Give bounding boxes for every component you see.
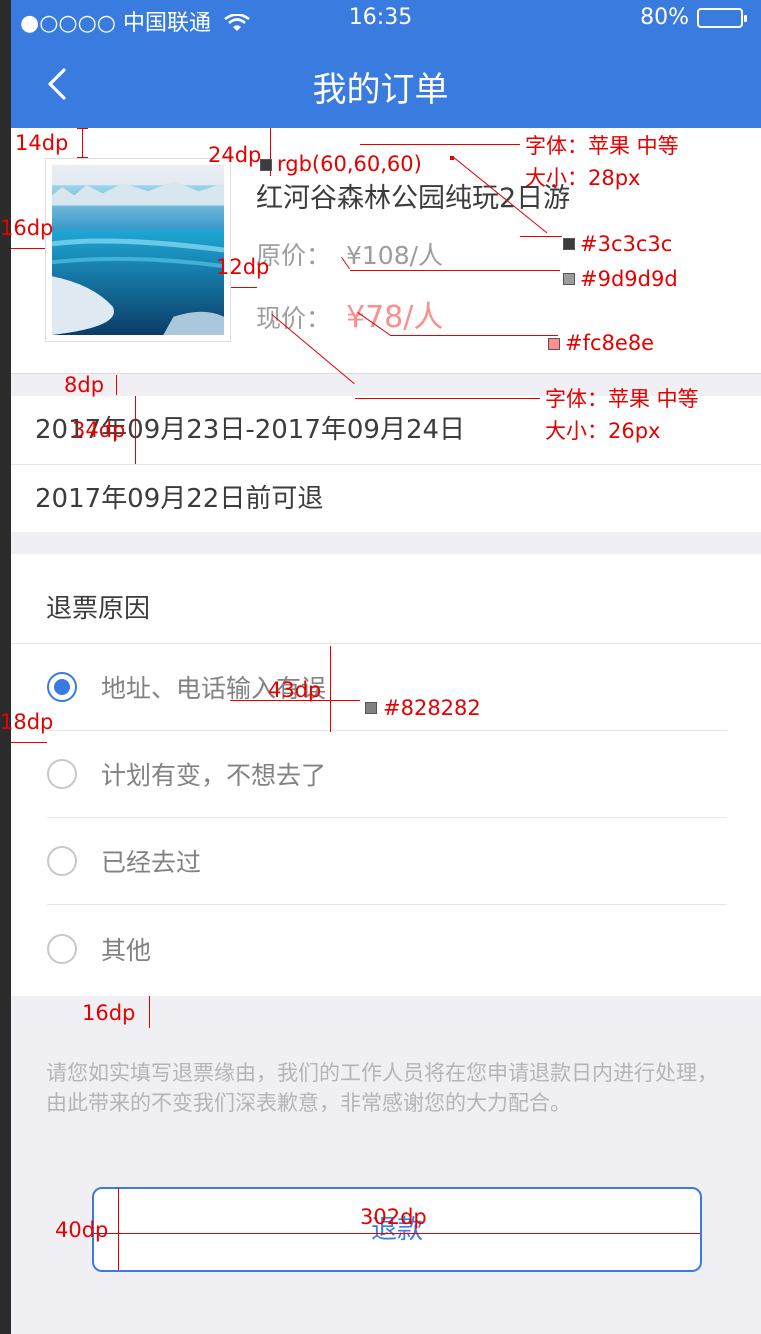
date-section: 2017年09月23日-2017年09月24日 2017年09月22日前可退	[11, 396, 761, 532]
battery-percent: 80%	[640, 5, 689, 30]
product-name: 红河谷森林公园纯玩2日游	[256, 183, 571, 214]
color-swatch	[365, 702, 377, 714]
annotation-line	[77, 128, 88, 129]
color-annotation: #3c3c3c	[580, 232, 673, 256]
annotation-line	[94, 1233, 700, 1234]
spacing-annotation: 16dp	[0, 216, 54, 240]
annotation-line	[116, 375, 117, 395]
battery-status: 80%	[640, 5, 747, 30]
status-bar: ●○○○○ 中国联通 16:35 80%	[0, 0, 761, 38]
annotation-line	[118, 1188, 119, 1270]
font-annotation: 大小：26px	[545, 419, 661, 443]
refund-deadline: 2017年09月22日前可退	[11, 464, 761, 532]
reason-option[interactable]: 计划有变，不想去了	[47, 731, 727, 818]
color-annotation: rgb(60,60,60)	[277, 152, 422, 176]
color-annotation: #9d9d9d	[580, 267, 678, 291]
current-price-label: 现价：	[256, 304, 332, 333]
left-edge-bar	[0, 0, 11, 1334]
annotation-line	[350, 270, 560, 271]
color-swatch	[548, 338, 560, 350]
spacing-annotation: 8dp	[64, 373, 105, 397]
spacing-annotation: 14dp	[15, 131, 69, 155]
radio-checked-icon[interactable]	[47, 672, 77, 702]
color-swatch	[563, 238, 575, 250]
waterfall-image	[51, 165, 225, 335]
annotation-line	[520, 236, 562, 237]
reason-option-label: 其他	[101, 935, 152, 965]
refund-note: 请您如实填写退票缘由，我们的工作人员将在您申请退款日内进行处理，由此带来的不变我…	[46, 1061, 718, 1115]
current-price-row: 现价： ¥78/人	[256, 292, 443, 336]
reason-option[interactable]: 已经去过	[47, 818, 727, 905]
font-annotation: 大小：28px	[525, 166, 641, 190]
annotation-line	[390, 335, 558, 336]
annotation-line	[11, 742, 47, 743]
font-annotation: 字体：苹果 中等	[525, 134, 679, 158]
original-price: ¥108/人	[346, 241, 444, 270]
reason-option-label: 计划有变，不想去了	[101, 761, 327, 790]
nav-bar: 我的订单	[0, 38, 761, 128]
annotation-line	[149, 996, 150, 1028]
product-thumbnail	[45, 158, 231, 342]
annotation-line	[135, 396, 136, 464]
annotation-line	[11, 248, 45, 249]
radio-unchecked-icon[interactable]	[47, 846, 77, 876]
annotation-line	[82, 128, 83, 158]
annotation-line	[360, 144, 520, 145]
spacing-annotation: 18dp	[0, 710, 54, 734]
reason-option-label: 已经去过	[101, 848, 202, 877]
spacing-annotation: 43dp	[268, 678, 322, 702]
annotation-line	[77, 157, 88, 158]
color-swatch	[563, 273, 575, 285]
radio-unchecked-icon[interactable]	[47, 933, 77, 964]
page-title: 我的订单	[312, 70, 449, 110]
spacing-annotation: 34dp	[72, 418, 126, 442]
color-annotation: #828282	[383, 696, 481, 720]
radio-unchecked-icon[interactable]	[47, 759, 77, 789]
refund-reason-title: 退票原因	[11, 554, 761, 644]
spacing-annotation: 24dp	[208, 143, 262, 167]
font-annotation: 字体：苹果 中等	[545, 387, 699, 411]
annotation-line	[355, 398, 540, 399]
battery-icon	[697, 7, 747, 28]
spacing-annotation: 302dp	[360, 1205, 427, 1229]
current-price: ¥78/人	[346, 300, 444, 335]
original-price-label: 原价：	[256, 241, 332, 270]
spacing-annotation: 40dp	[55, 1218, 109, 1242]
spacing-annotation: 16dp	[82, 1001, 136, 1025]
refund-reason-section: 退票原因 地址、电话输入有误 计划有变，不想去了 已经去过 其他	[11, 554, 761, 996]
annotation-line	[330, 646, 331, 732]
refund-button[interactable]: 退款	[92, 1187, 702, 1272]
original-price-row: 原价： ¥108/人	[256, 236, 443, 272]
spacing-annotation: 12dp	[216, 255, 270, 279]
reason-option[interactable]: 其他	[47, 905, 727, 992]
color-swatch	[260, 159, 272, 171]
annotation-line	[231, 287, 257, 288]
color-annotation: #fc8e8e	[565, 331, 655, 355]
